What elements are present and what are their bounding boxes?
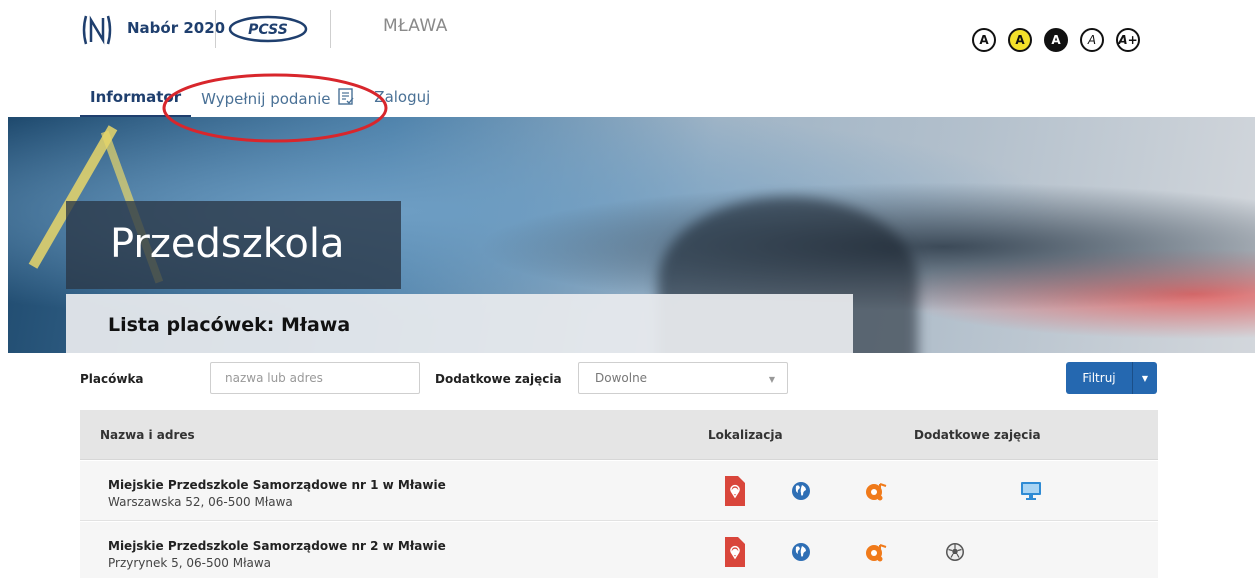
caret-down-icon[interactable]: ▼ xyxy=(1132,362,1157,394)
header-divider xyxy=(330,10,331,48)
header-divider xyxy=(215,10,216,48)
filter-button[interactable]: Filtruj ▼ xyxy=(1066,362,1157,394)
computer-icon[interactable] xyxy=(1020,481,1042,501)
contrast-normal-button[interactable]: A xyxy=(972,28,996,52)
search-input[interactable] xyxy=(210,362,420,394)
placowka-label: Placówka xyxy=(80,372,144,386)
main-nav: Informator Wypełnij podanie Zaloguj xyxy=(80,88,440,118)
column-header-extra: Dodatkowe zajęcia xyxy=(914,428,1041,442)
globe-icon[interactable] xyxy=(791,542,811,562)
music-icon[interactable] xyxy=(865,542,887,564)
globe-icon[interactable] xyxy=(791,481,811,501)
zajecia-select[interactable]: Dowolne ▼ xyxy=(578,362,788,394)
map-pin-icon[interactable] xyxy=(723,537,745,567)
pcss-logo[interactable]: PCSS xyxy=(228,14,312,44)
font-larger-button[interactable]: A+ xyxy=(1116,28,1140,52)
column-header-location: Lokalizacja xyxy=(708,428,783,442)
hero-title-box: Przedszkola xyxy=(66,201,401,289)
school-address: Przyrynek 5, 06-500 Mława xyxy=(108,556,272,570)
brand-title[interactable]: Nabór 2020 xyxy=(127,19,225,37)
nav-wypelnij-podanie[interactable]: Wypełnij podanie xyxy=(191,88,364,118)
city-name: MŁAWA xyxy=(383,16,448,36)
nabor-logo-icon[interactable] xyxy=(80,12,114,48)
table-header: Nazwa i adres Lokalizacja Dodatkowe zaję… xyxy=(80,410,1158,460)
hero-subtitle-box: Lista placówek: Mława xyxy=(66,294,853,353)
font-normal-button[interactable]: A xyxy=(1080,28,1104,52)
filter-button-label[interactable]: Filtruj xyxy=(1066,362,1132,394)
music-icon[interactable] xyxy=(865,481,887,503)
column-header-name[interactable]: Nazwa i adres xyxy=(100,428,195,442)
page-header: Nabór 2020 PCSS MŁAWA A A A A A+ xyxy=(0,0,1255,80)
zajecia-label: Dodatkowe zajęcia xyxy=(435,372,562,386)
page-title: Przedszkola xyxy=(110,221,345,267)
table-row: Miejskie Przedszkole Samorządowe nr 1 w … xyxy=(80,461,1158,521)
contrast-black-button[interactable]: A xyxy=(1044,28,1068,52)
map-pin-icon[interactable] xyxy=(723,476,745,506)
table-row: Miejskie Przedszkole Samorządowe nr 2 w … xyxy=(80,522,1158,578)
nav-informator[interactable]: Informator xyxy=(80,88,192,118)
chevron-down-icon: ▼ xyxy=(768,375,775,384)
select-value: Dowolne xyxy=(595,371,648,385)
school-name[interactable]: Miejskie Przedszkole Samorządowe nr 1 w … xyxy=(108,478,446,492)
school-name[interactable]: Miejskie Przedszkole Samorządowe nr 2 w … xyxy=(108,539,446,553)
football-icon[interactable] xyxy=(945,542,965,562)
form-document-icon xyxy=(338,88,354,105)
school-address: Warszawska 52, 06-500 Mława xyxy=(108,495,293,509)
hero-banner: Przedszkola Lista placówek: Mława xyxy=(8,117,1255,353)
nav-label: Wypełnij podanie xyxy=(201,90,331,108)
nav-zaloguj[interactable]: Zaloguj xyxy=(364,88,440,118)
contrast-yellow-button[interactable]: A xyxy=(1008,28,1032,52)
page-subtitle: Lista placówek: Mława xyxy=(108,314,351,336)
pcss-logo-text: PCSS xyxy=(248,22,288,38)
